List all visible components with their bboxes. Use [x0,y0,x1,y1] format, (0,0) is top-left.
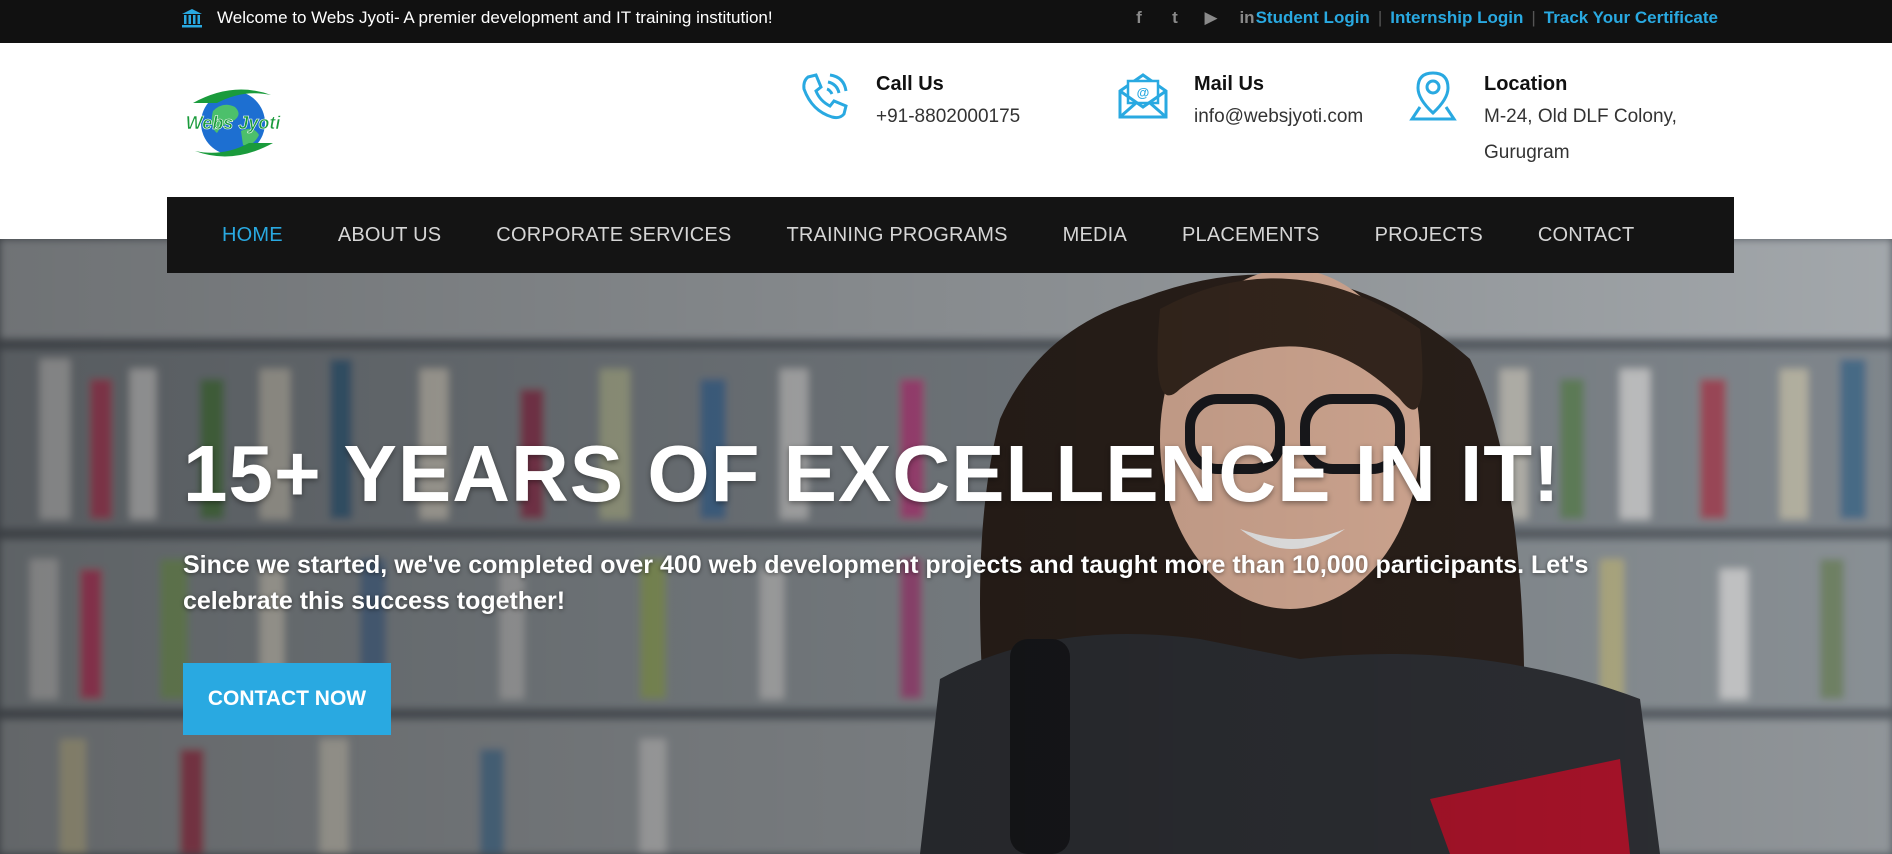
track-certificate-link[interactable]: Track Your Certificate [1544,8,1718,28]
logo-text: Webs Jyoti [186,113,282,133]
location-pin-icon [1406,69,1460,123]
student-login-link[interactable]: Student Login [1256,8,1370,28]
nav-contact[interactable]: CONTACT [1538,224,1635,247]
top-links: Student Login | Internship Login | Track… [1256,0,1718,36]
location-title: Location [1484,73,1568,95]
hero-banner: 15+ YEARS OF EXCELLENCE IN IT! Since we … [0,239,1892,854]
nav-training-programs[interactable]: TRAINING PROGRAMS [786,224,1007,247]
nav-home[interactable]: HOME [222,224,283,247]
call-us-title: Call Us [876,73,944,95]
link-separator: | [1531,8,1536,27]
social-links: f t ▶ in [1130,0,1256,36]
mail-us-block: @ Mail Us info@websjyoti.com [1116,69,1363,135]
email-address[interactable]: info@websjyoti.com [1194,99,1363,135]
location-address: M-24, Old DLF Colony, Gurugram [1484,106,1677,163]
welcome-text: Welcome to Webs Jyoti- A premier develop… [217,8,773,27]
nav-media[interactable]: MEDIA [1063,224,1127,247]
site-logo[interactable]: Webs Jyoti [183,81,283,165]
welcome-message: Welcome to Webs Jyoti- A premier develop… [181,0,773,36]
internship-login-link[interactable]: Internship Login [1390,8,1523,28]
phone-number[interactable]: +91-8802000175 [876,99,1020,135]
mail-icon: @ [1116,69,1170,123]
facebook-icon[interactable]: f [1130,8,1148,28]
contact-now-button[interactable]: CONTACT NOW [183,663,391,735]
svg-text:@: @ [1137,85,1150,100]
top-bar: Welcome to Webs Jyoti- A premier develop… [0,0,1892,43]
main-navigation: HOME ABOUT US CORPORATE SERVICES TRAININ… [167,197,1734,273]
hero-content: 15+ YEARS OF EXCELLENCE IN IT! Since we … [183,429,1643,735]
hero-description: Since we started, we've completed over 4… [183,551,1589,615]
youtube-icon[interactable]: ▶ [1202,8,1220,28]
phone-icon [798,69,852,123]
call-us-block: Call Us +91-8802000175 [798,69,1020,135]
linkedin-icon[interactable]: in [1238,8,1256,28]
nav-corporate-services[interactable]: CORPORATE SERVICES [496,224,731,247]
nav-about-us[interactable]: ABOUT US [338,224,441,247]
link-separator: | [1377,8,1383,27]
twitter-icon[interactable]: t [1166,8,1184,28]
location-block: Location M-24, Old DLF Colony, Gurugram [1406,69,1684,171]
nav-projects[interactable]: PROJECTS [1375,224,1483,247]
mail-us-title: Mail Us [1194,73,1265,95]
nav-placements[interactable]: PLACEMENTS [1182,224,1320,247]
hero-heading: 15+ YEARS OF EXCELLENCE IN IT! [183,429,1561,518]
institution-icon [181,8,203,28]
